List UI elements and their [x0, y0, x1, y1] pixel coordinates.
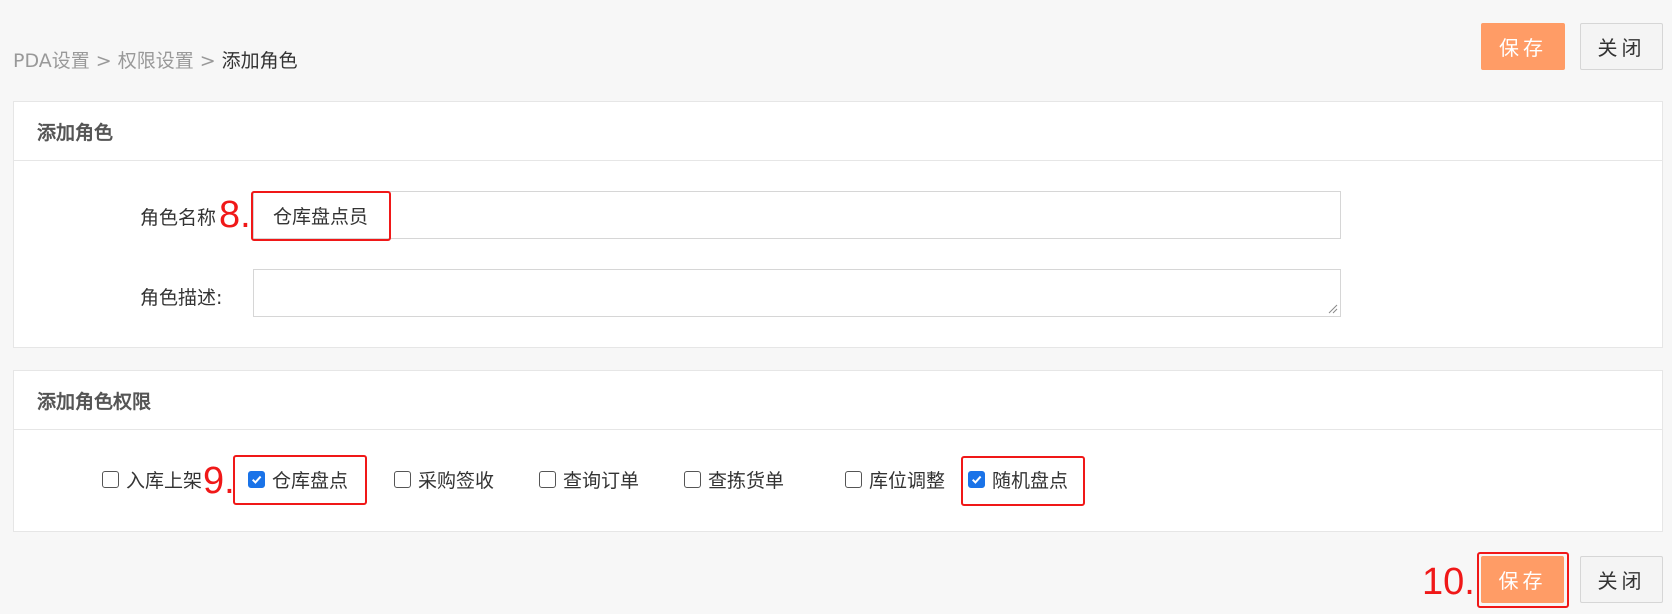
resize-handle-icon[interactable] — [1328, 304, 1338, 314]
close-button-bottom[interactable]: 关闭 — [1580, 556, 1663, 603]
annotation-step-10: 10. — [1422, 561, 1475, 603]
permission-label: 查询订单 — [563, 469, 640, 492]
permission-label: 查拣货单 — [708, 469, 785, 492]
breadcrumb-item-pda-settings[interactable]: PDA设置 — [13, 50, 90, 72]
checkbox-icon[interactable] — [539, 470, 556, 488]
annotation-step-9: 9. — [203, 460, 235, 502]
permission-checkbox-query-order[interactable]: 查询订单 — [539, 465, 639, 493]
role-description-textarea[interactable] — [253, 269, 1341, 317]
checkbox-icon[interactable] — [684, 470, 701, 488]
breadcrumb-current: 添加角色 — [221, 50, 298, 72]
permission-checkbox-purchase-receipt[interactable]: 采购签收 — [394, 465, 494, 493]
annotation-box-warehouse-inventory — [233, 455, 367, 505]
close-button-top[interactable]: 关闭 — [1580, 23, 1663, 70]
permission-checkbox-inbound-shelving[interactable]: 入库上架 — [102, 465, 202, 493]
annotation-box-role-name — [251, 191, 391, 241]
permission-label: 采购签收 — [418, 469, 495, 492]
breadcrumb-separator: > — [199, 50, 216, 72]
role-panel-title: 添加角色 — [14, 102, 1662, 161]
role-name-label: 角色名称 — [140, 207, 217, 229]
permission-label: 库位调整 — [869, 469, 946, 492]
role-name-input[interactable]: 仓库盘点员 — [253, 191, 1341, 239]
annotation-box-random-inventory — [961, 456, 1085, 506]
save-button-top[interactable]: 保存 — [1481, 23, 1565, 70]
permission-panel-title: 添加角色权限 — [14, 371, 1662, 430]
annotation-box-save-bottom — [1477, 552, 1569, 608]
checkbox-icon[interactable] — [102, 470, 119, 488]
permission-label: 入库上架 — [126, 469, 203, 492]
permission-checkbox-picking-list[interactable]: 查拣货单 — [684, 465, 784, 493]
permission-panel: 添加角色权限 — [13, 370, 1663, 532]
annotation-step-8: 8. — [219, 194, 251, 236]
role-description-label: 角色描述: — [140, 287, 223, 309]
breadcrumb-separator: > — [95, 50, 112, 72]
permission-checkbox-location-adjust[interactable]: 库位调整 — [845, 465, 945, 493]
checkbox-icon[interactable] — [394, 470, 411, 488]
checkbox-icon[interactable] — [845, 470, 862, 488]
breadcrumb: PDA设置 > 权限设置 > 添加角色 — [13, 46, 298, 73]
breadcrumb-item-permission-settings[interactable]: 权限设置 — [118, 50, 194, 72]
